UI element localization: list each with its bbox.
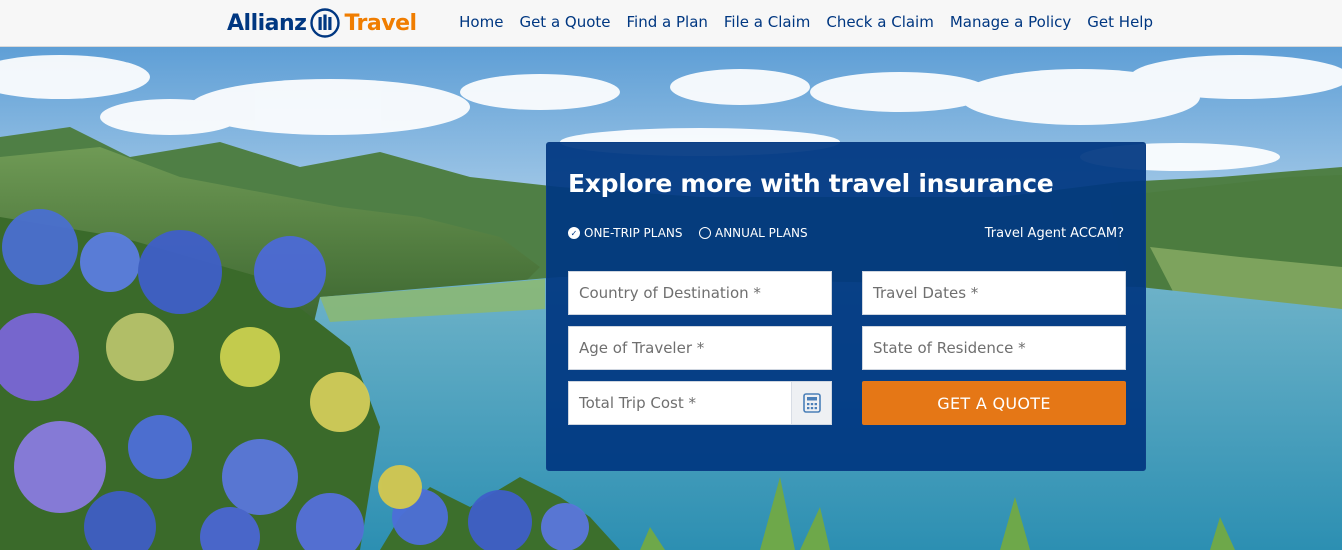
nav-get-a-quote[interactable]: Get a Quote <box>519 13 610 31</box>
state-of-residence-select[interactable]: State of Residence * <box>862 326 1126 370</box>
travel-dates-input[interactable]: Travel Dates * <box>862 271 1126 315</box>
nav-check-a-claim[interactable]: Check a Claim <box>826 13 933 31</box>
dates-placeholder: Travel Dates * <box>873 284 979 302</box>
get-a-quote-button[interactable]: GET A QUOTE <box>862 381 1126 425</box>
nav-home[interactable]: Home <box>459 13 503 31</box>
calculator-icon[interactable] <box>791 382 831 424</box>
age-of-traveler-input[interactable]: Age of Traveler * <box>568 326 832 370</box>
logo-brand-text: Allianz <box>227 10 307 36</box>
one-trip-plans-label: ONE-TRIP PLANS <box>584 226 683 240</box>
radio-circle-icon <box>699 227 711 239</box>
allianz-eagle-icon <box>310 8 341 38</box>
logo-product-text: Travel <box>344 10 417 36</box>
quote-panel: Explore more with travel insurance ✓ ONE… <box>546 142 1146 471</box>
country-of-destination-input[interactable]: Country of Destination * <box>568 271 832 315</box>
nav-manage-a-policy[interactable]: Manage a Policy <box>950 13 1071 31</box>
main-nav: Home Get a Quote Find a Plan File a Clai… <box>459 13 1153 31</box>
travel-agent-accam-link[interactable]: Travel Agent ACCAM? <box>985 226 1124 241</box>
state-placeholder: State of Residence * <box>873 339 1026 357</box>
annual-plans-radio[interactable]: ANNUAL PLANS <box>699 226 808 240</box>
total-trip-cost-input[interactable]: Total Trip Cost * <box>568 381 832 425</box>
allianz-travel-logo[interactable]: Allianz Travel <box>227 6 417 40</box>
nav-get-help[interactable]: Get Help <box>1087 13 1153 31</box>
annual-plans-label: ANNUAL PLANS <box>715 226 808 240</box>
nav-find-a-plan[interactable]: Find a Plan <box>627 13 708 31</box>
one-trip-plans-radio[interactable]: ✓ ONE-TRIP PLANS <box>568 226 683 240</box>
site-header: Allianz Travel Home Get a Quote Find a P… <box>0 0 1342 47</box>
destination-placeholder: Country of Destination * <box>579 284 761 302</box>
quote-panel-title: Explore more with travel insurance <box>568 169 1054 198</box>
nav-file-a-claim[interactable]: File a Claim <box>724 13 810 31</box>
checkmark-icon: ✓ <box>568 227 580 239</box>
trip-cost-placeholder: Total Trip Cost * <box>579 394 696 412</box>
age-placeholder: Age of Traveler * <box>579 339 705 357</box>
